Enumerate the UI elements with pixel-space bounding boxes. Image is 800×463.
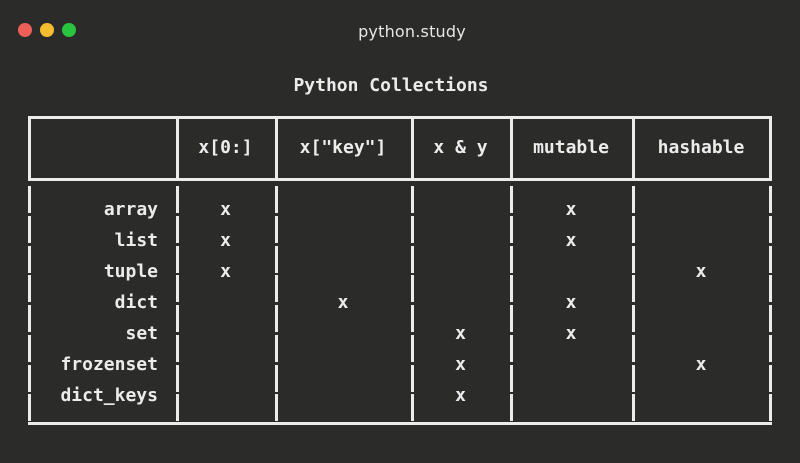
column-header: x["key"] [299, 137, 387, 158]
table-cell: x [220, 261, 231, 282]
table-cell [411, 198, 510, 222]
column-header: hashable [657, 137, 745, 158]
column-header: x[0:] [198, 137, 253, 158]
table-cell [176, 384, 275, 408]
table-cell [275, 384, 411, 408]
column-divider [28, 116, 31, 181]
table-cell: x [337, 292, 349, 313]
row-label-set: set [125, 323, 158, 344]
table-border-bottom [28, 422, 772, 425]
table-cell [275, 229, 411, 253]
table-cell [275, 260, 411, 284]
table-cell [632, 291, 770, 315]
table-cell [632, 198, 770, 222]
table-cell [632, 384, 770, 408]
row-label-tuple: tuple [103, 261, 158, 282]
table-cell: x [565, 230, 577, 251]
table-title: Python Collections [293, 75, 489, 96]
table-cell: x [565, 199, 577, 220]
table-cell: x [455, 323, 466, 344]
row-label-array: array [103, 199, 158, 220]
table-cell: x [455, 354, 466, 375]
column-header: x & y [433, 137, 488, 158]
column-header: mutable [533, 137, 609, 158]
table-cell: x [565, 323, 577, 344]
row-label-dict: dict [114, 292, 158, 313]
table-cell [510, 353, 632, 377]
row-label-list: list [114, 230, 158, 251]
table-header-divider [28, 178, 772, 181]
table-cell [632, 229, 770, 253]
row-label-dict_keys: dict_keys [60, 385, 158, 406]
table-cell [411, 291, 510, 315]
table-cell: x [695, 261, 707, 282]
table-cell [510, 260, 632, 284]
table-cell [510, 384, 632, 408]
table-cell [176, 322, 275, 346]
table-cell [632, 322, 770, 346]
table-cell: x [455, 385, 466, 406]
table-cell [275, 322, 411, 346]
table-cell [411, 229, 510, 253]
table-cell: x [565, 292, 577, 313]
table-border-top [28, 116, 772, 119]
collections-table: x[0:] x["key"] x & y mutable hashable array x x… [28, 116, 772, 426]
table-cell [176, 291, 275, 315]
table-cell [275, 353, 411, 377]
table-cell [176, 353, 275, 377]
table-cell: x [695, 354, 707, 375]
table-cell [275, 198, 411, 222]
table-cell [411, 260, 510, 284]
table-cell: x [220, 230, 231, 251]
terminal-window: python.study Python Collections x[0:] x["… [0, 0, 800, 463]
row-label-frozenset: frozenset [60, 354, 158, 375]
table-cell: x [220, 199, 231, 220]
window-title: python.study [358, 22, 466, 41]
